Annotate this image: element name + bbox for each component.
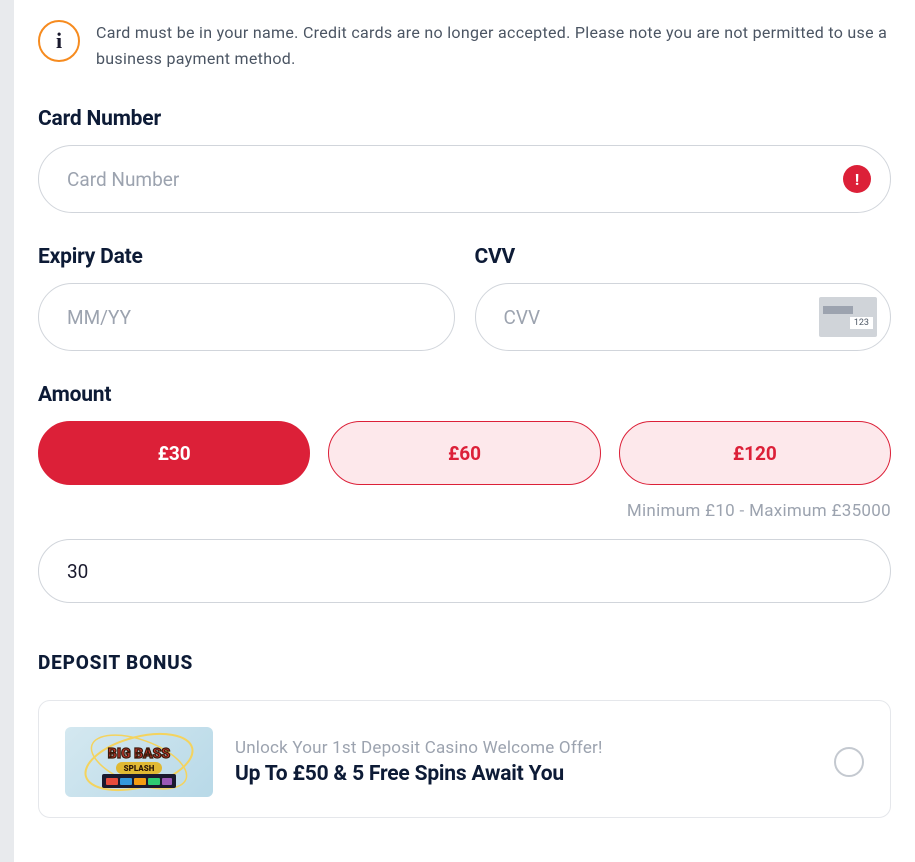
bonus-card: BIG BASS SPLASH Unlock Your 1st Deposit … — [38, 700, 891, 818]
error-icon: ! — [843, 165, 871, 193]
card-notice: i Card must be in your name. Credit card… — [38, 20, 891, 71]
amount-button-60[interactable]: £60 — [328, 421, 600, 485]
svg-text:BIG BASS: BIG BASS — [108, 746, 171, 762]
bonus-heading: DEPOSIT BONUS — [38, 651, 891, 674]
expiry-label: Expiry Date — [38, 245, 455, 269]
notice-text: Card must be in your name. Credit cards … — [96, 20, 891, 71]
expiry-col: Expiry Date — [38, 245, 455, 351]
amount-button-30[interactable]: £30 — [38, 421, 310, 485]
bonus-text: Unlock Your 1st Deposit Casino Welcome O… — [235, 738, 812, 786]
svg-text:SPLASH: SPLASH — [124, 764, 155, 773]
cvv-wrapper: 123 — [475, 283, 892, 351]
bonus-thumbnail: BIG BASS SPLASH — [65, 727, 213, 797]
expiry-cvv-row: Expiry Date CVV 123 — [38, 245, 891, 351]
expiry-input[interactable] — [38, 283, 455, 351]
amount-input-wrapper — [38, 539, 891, 603]
sidebar-spacer — [0, 0, 14, 862]
cvv-col: CVV 123 — [475, 245, 892, 351]
amount-label: Amount — [38, 383, 891, 407]
info-icon: i — [38, 20, 80, 62]
bonus-radio[interactable] — [834, 747, 864, 777]
card-number-input[interactable] — [38, 145, 891, 213]
min-max-text: Minimum £10 - Maximum £35000 — [38, 501, 891, 521]
card-number-label: Card Number — [38, 107, 891, 131]
amount-section: £30 £60 £120 Minimum £10 - Maximum £3500… — [38, 421, 891, 521]
cvv-label: CVV — [475, 245, 892, 269]
amount-input[interactable] — [38, 539, 891, 603]
amount-button-120[interactable]: £120 — [619, 421, 891, 485]
amount-buttons: £30 £60 £120 — [38, 421, 891, 485]
card-number-wrapper: ! — [38, 145, 891, 213]
bonus-subtitle: Unlock Your 1st Deposit Casino Welcome O… — [235, 738, 812, 758]
cvv-hint-icon: 123 — [819, 297, 877, 337]
payment-form: i Card must be in your name. Credit card… — [14, 0, 915, 862]
bonus-title: Up To £50 & 5 Free Spins Await You — [235, 762, 812, 786]
